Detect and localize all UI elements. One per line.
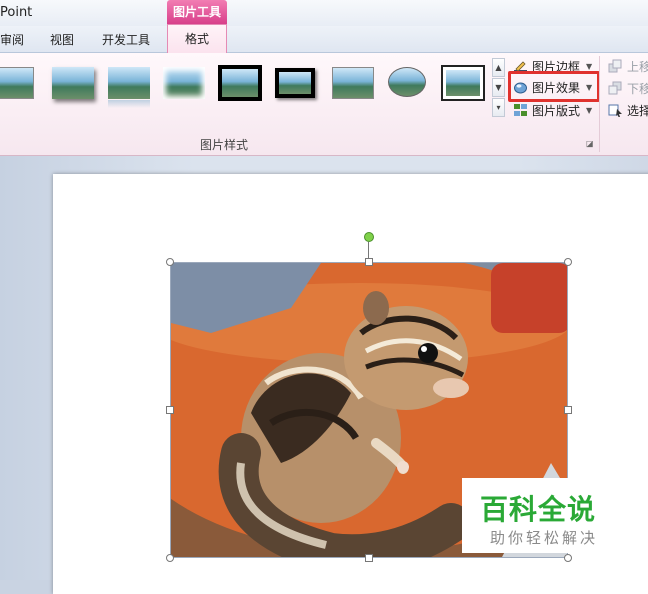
dropdown-arrow-icon: ▼	[586, 105, 593, 115]
gallery-more-button[interactable]: ▾	[492, 98, 505, 117]
ribbon-tab-row: 审阅 视图 开发工具	[0, 26, 648, 53]
selection-pane-button[interactable]: 选择	[608, 100, 648, 120]
resize-handle-bottom-right[interactable]	[564, 554, 572, 562]
style-thumb-7[interactable]	[332, 67, 374, 99]
gallery-up-button[interactable]: ▲	[492, 58, 505, 77]
selection-pane-icon	[608, 103, 623, 118]
gallery-scrollbar: ▲ ▼ ▾	[492, 58, 506, 118]
rotate-handle[interactable]	[364, 232, 374, 242]
bring-forward-icon	[608, 59, 623, 74]
watermark-subtitle: 助你轻松解决	[490, 529, 599, 547]
bring-forward-button[interactable]: 上移	[608, 56, 648, 76]
tab-review[interactable]: 审阅	[0, 31, 24, 48]
picture-styles-gallery	[0, 63, 492, 113]
tab-format[interactable]: 格式	[167, 24, 227, 53]
resize-handle-bottom-left[interactable]	[166, 554, 174, 562]
style-thumb-9[interactable]	[443, 67, 483, 99]
resize-handle-top-left[interactable]	[166, 258, 174, 266]
style-thumb-3[interactable]	[108, 67, 150, 108]
dialog-launcher-icon[interactable]: ◪	[586, 139, 595, 148]
tab-developer[interactable]: 开发工具	[102, 31, 150, 48]
app-title: Point	[0, 5, 33, 20]
resize-handle-left[interactable]	[166, 406, 174, 414]
picture-tools-header: 图片工具	[167, 0, 227, 24]
group-label-picture-styles: 图片样式	[200, 138, 249, 152]
resize-handle-top[interactable]	[365, 258, 373, 266]
dropdown-arrow-icon: ▼	[586, 61, 593, 71]
style-thumb-1[interactable]	[0, 67, 34, 99]
title-bar: Point	[0, 0, 648, 26]
style-thumb-2[interactable]	[52, 67, 94, 99]
tab-view[interactable]: 视图	[50, 31, 74, 48]
send-backward-icon	[608, 81, 623, 96]
style-thumb-6[interactable]	[275, 68, 315, 98]
group-separator	[599, 56, 600, 152]
style-thumb-4[interactable]	[163, 67, 205, 99]
gallery-down-button[interactable]: ▼	[492, 78, 505, 97]
annotation-highlight-box	[508, 71, 600, 102]
resize-handle-right[interactable]	[564, 406, 572, 414]
style-thumb-5[interactable]	[218, 65, 262, 101]
watermark-title: 百科全说	[480, 493, 597, 526]
picture-layout-icon	[513, 103, 528, 118]
resize-handle-top-right[interactable]	[564, 258, 572, 266]
picture-layout-button[interactable]: 图片版式 ▼	[513, 100, 592, 120]
resize-handle-bottom[interactable]	[365, 554, 373, 562]
send-backward-button[interactable]: 下移	[608, 78, 648, 98]
style-thumb-8[interactable]	[388, 67, 426, 97]
watermark-logo: 百科全说 助你轻松解决	[462, 478, 617, 553]
